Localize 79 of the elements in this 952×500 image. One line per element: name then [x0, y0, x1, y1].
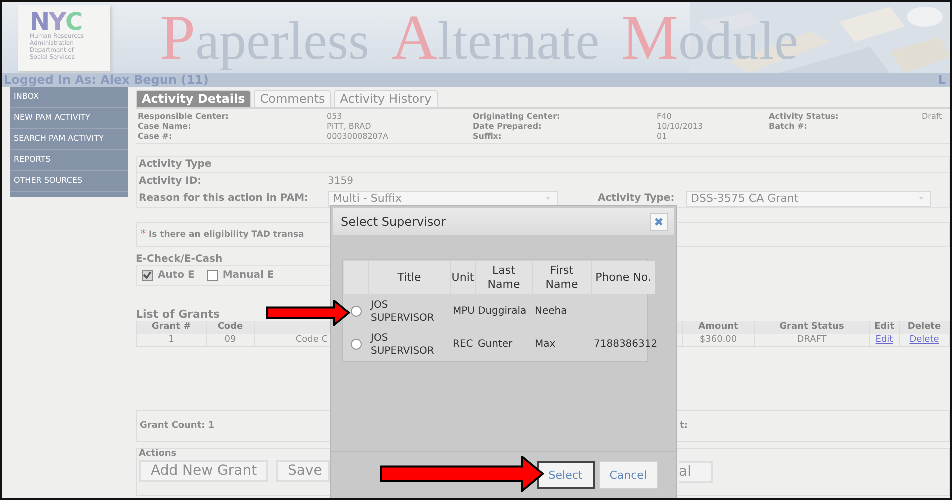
- column-header: Unit: [451, 261, 475, 294]
- sidebar-item[interactable]: OTHER SOURCES: [10, 171, 128, 192]
- table-cell-text: Gunter: [477, 338, 514, 352]
- checkbox[interactable]: [206, 270, 218, 281]
- grant-count: Grant Count: 1: [140, 421, 215, 431]
- column-header: Title: [369, 261, 450, 294]
- field-value: F40: [657, 112, 673, 121]
- table-cell-text: JOS SUPERVISOR: [370, 298, 436, 326]
- table-cell: DRAFT: [755, 334, 870, 347]
- field-value: 01: [657, 132, 668, 141]
- column-header: [677, 321, 683, 334]
- field-value: 10/10/2013: [657, 122, 704, 131]
- dialog-title: Select Supervisor: [341, 214, 446, 228]
- close-button[interactable]: [650, 212, 668, 230]
- dialog-button[interactable]: Select: [536, 461, 595, 489]
- section-heading: Actions: [139, 449, 178, 459]
- field-label: Activity Type:: [598, 193, 676, 204]
- column-header: Phone No.: [592, 261, 655, 294]
- table-cell-text: Duggirala: [477, 305, 528, 319]
- section-heading: Activity Type: [137, 157, 949, 173]
- field-label: Case Name:: [138, 122, 192, 131]
- checkbox-option[interactable]: Manual E: [206, 270, 274, 281]
- table-cell: $360.00: [683, 334, 755, 347]
- field-label: t:: [680, 421, 688, 431]
- column-header: Last Name: [476, 261, 532, 294]
- dialog-button[interactable]: Cancel: [598, 461, 658, 489]
- group-legend: E-Check/E-Cash: [136, 254, 330, 265]
- field-value: Draft: [922, 112, 944, 121]
- field-label: Activity Status:: [769, 112, 840, 121]
- field-label: Originating Center:: [473, 112, 562, 121]
- close-icon: [654, 216, 664, 226]
- column-header: First Name: [533, 261, 591, 294]
- table-link[interactable]: Delete: [900, 334, 950, 347]
- column-header: Delete: [900, 321, 950, 334]
- field-value: PITT, BRAD: [327, 122, 372, 131]
- sidebar-item[interactable]: INBOX: [10, 87, 128, 108]
- field-label: Case #:: [138, 132, 174, 141]
- tab[interactable]: Comments: [254, 90, 332, 107]
- checkbox[interactable]: [142, 270, 153, 281]
- section-heading: List of Grants: [136, 308, 222, 321]
- table-cell: 09: [207, 334, 255, 347]
- page-button[interactable]: al: [679, 461, 713, 483]
- field-value: 3159: [328, 176, 354, 187]
- table-link[interactable]: Edit: [870, 334, 900, 347]
- checkbox-option[interactable]: Auto E: [142, 270, 195, 281]
- field-label: Activity ID:: [139, 176, 203, 187]
- table-cell-text: JOS SUPERVISOR: [370, 332, 436, 358]
- field-value: 053: [327, 112, 344, 121]
- table-cell-text: 7188386312: [593, 338, 655, 352]
- sidebar-item[interactable]: REPORTS: [10, 150, 128, 171]
- radio-button[interactable]: [350, 339, 362, 350]
- table-cell-text: REC: [452, 338, 474, 352]
- field-label: Responsible Center:: [138, 112, 230, 121]
- tab[interactable]: Activity History: [334, 90, 438, 107]
- field-label: Date Prepared:: [473, 122, 543, 131]
- column-header: Code: [207, 321, 255, 334]
- field-label: Batch #:: [769, 122, 808, 131]
- page-button[interactable]: Add New Grant: [139, 460, 268, 482]
- field-value: 00030008207A: [327, 132, 390, 141]
- sidebar-item[interactable]: NEW PAM ACTIVITY: [10, 108, 128, 129]
- field-label: Suffix:: [473, 132, 503, 141]
- required-marker: *: [141, 229, 146, 240]
- radio-button[interactable]: [350, 306, 362, 317]
- question-text: Is there an eligibility TAD transa: [149, 230, 304, 240]
- table-cell: 1: [137, 334, 207, 347]
- sidebar-item[interactable]: SEARCH PAM ACTIVITY: [10, 129, 128, 150]
- column-header: Amount: [683, 321, 755, 334]
- tab[interactable]: Activity Details: [136, 90, 252, 107]
- table-cell-text: Max: [534, 338, 557, 352]
- activity-type-dropdown[interactable]: DSS-3575 CA Grant: [686, 190, 931, 206]
- page-button[interactable]: Save: [276, 460, 330, 482]
- column-header: Grant Status: [755, 321, 870, 334]
- column-header: Grant #: [137, 321, 207, 334]
- table-cell-text: MPU: [452, 305, 475, 319]
- reason-dropdown[interactable]: Multi - Suffix: [328, 190, 558, 206]
- column-header: [344, 261, 368, 294]
- field-label: Reason for this action in PAM:: [139, 193, 310, 204]
- column-header: Edit: [870, 321, 900, 334]
- table-cell-text: Neeha: [534, 305, 568, 319]
